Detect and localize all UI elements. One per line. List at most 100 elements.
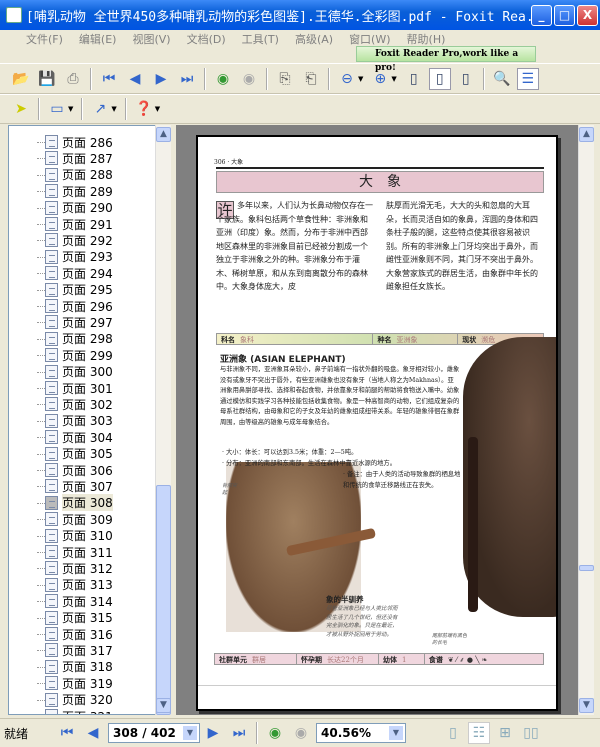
scroll-up-icon[interactable]: ▲	[156, 127, 171, 142]
open-icon[interactable]: 📂	[10, 68, 32, 90]
zoom-out-icon[interactable]: ⊖	[336, 68, 358, 90]
page-tree-item[interactable]: 页面 292	[45, 232, 113, 248]
last-page-icon[interactable]: ⏭	[176, 68, 198, 90]
scroll-up-icon[interactable]: ▲	[579, 127, 594, 142]
page-tree-item[interactable]: 页面 290	[45, 200, 113, 216]
page-tree-item[interactable]: 页面 313	[45, 577, 113, 593]
rotate-ccw-icon[interactable]: ⎗	[300, 68, 322, 90]
scroll-thumb[interactable]	[579, 565, 594, 571]
menu-window[interactable]: 窗口(W)	[349, 31, 390, 47]
close-button[interactable]: X	[577, 5, 598, 26]
scroll-down-icon[interactable]: ▼	[156, 698, 171, 713]
forward-icon[interactable]: ◉	[238, 68, 260, 90]
zoom-in-icon[interactable]: ⊕	[369, 68, 391, 90]
select-cursor-icon[interactable]: ➤	[10, 98, 32, 120]
document-scrollbar[interactable]: ▲ ▼	[578, 125, 594, 715]
actual-size-icon[interactable]: ▯	[403, 68, 425, 90]
page-tree-item[interactable]: 页面 309	[45, 511, 113, 527]
rotate-cw-icon[interactable]: ⎘	[274, 68, 296, 90]
menu-edit[interactable]: 编辑(E)	[79, 31, 117, 47]
bookmarks-panel-icon[interactable]: ☰	[516, 67, 539, 90]
page-tree-item[interactable]: 页面 308	[45, 494, 113, 512]
page-tree-item[interactable]: 页面 287	[45, 150, 113, 166]
page-tree-item[interactable]: 页面 318	[45, 659, 113, 675]
maximize-button[interactable]: □	[554, 5, 575, 26]
promo-banner[interactable]: Foxit Reader Pro,work like a pro!	[356, 46, 536, 73]
save-icon[interactable]: 💾	[36, 68, 58, 90]
minimize-button[interactable]: _	[531, 5, 552, 26]
page-tree-item[interactable]: 页面 319	[45, 675, 113, 691]
find-icon[interactable]: 🔍	[491, 68, 513, 90]
prev-page-icon[interactable]: ◀	[82, 722, 104, 744]
page-tree-item[interactable]: 页面 295	[45, 282, 113, 298]
page-icon	[45, 561, 58, 576]
scroll-thumb[interactable]	[156, 485, 171, 715]
page-number-input[interactable]: 308 / 402 ▼	[108, 723, 200, 743]
zoom-input[interactable]: 40.56% ▼	[316, 723, 406, 743]
menu-help[interactable]: 帮助(H)	[407, 31, 446, 47]
first-page-icon[interactable]: ⏮	[98, 68, 120, 90]
page-tree-item[interactable]: 页面 299	[45, 347, 113, 363]
page-tree-item[interactable]: 页面 304	[45, 429, 113, 445]
page-tree-item[interactable]: 页面 302	[45, 396, 113, 412]
chevron-down-icon[interactable]: ▼	[391, 75, 396, 83]
fit-width-icon[interactable]: ▯	[455, 68, 477, 90]
page-tree-item[interactable]: 页面 317	[45, 642, 113, 658]
menu-view[interactable]: 视图(V)	[132, 31, 170, 47]
fit-page-icon[interactable]: ▯	[428, 67, 451, 90]
page-tree-item[interactable]: 页面 311	[45, 544, 113, 560]
page-tree-item[interactable]: 页面 286	[45, 134, 113, 150]
forward-icon[interactable]: ◉	[290, 722, 312, 744]
page-tree-item[interactable]: 页面 297	[45, 314, 113, 330]
single-page-icon[interactable]: ▯	[442, 722, 464, 744]
page-tree-item[interactable]: 页面 300	[45, 364, 113, 380]
page-tree-item[interactable]: 页面 298	[45, 331, 113, 347]
page-tree-item[interactable]: 页面 321	[45, 708, 113, 714]
sidebar-scrollbar[interactable]: ▲ ▼	[155, 125, 171, 715]
chevron-down-icon[interactable]: ▼	[183, 726, 197, 740]
menu-advanced[interactable]: 高级(A)	[295, 31, 333, 47]
continuous-facing-icon[interactable]: ▯▯	[520, 722, 542, 744]
chevron-down-icon[interactable]: ▼	[68, 105, 73, 113]
page-tree-item[interactable]: 页面 312	[45, 560, 113, 576]
page-tree-item[interactable]: 页面 307	[45, 478, 113, 494]
last-page-icon[interactable]: ⏭	[228, 722, 250, 744]
page-tree-item[interactable]: 页面 305	[45, 446, 113, 462]
first-page-icon[interactable]: ⏮	[56, 722, 78, 744]
page-tree-item[interactable]: 页面 306	[45, 462, 113, 478]
page-tree-item[interactable]: 页面 316	[45, 626, 113, 642]
chevron-down-icon[interactable]: ▼	[358, 75, 363, 83]
prev-page-icon[interactable]: ◀	[124, 68, 146, 90]
page-tree-item[interactable]: 页面 320	[45, 692, 113, 708]
page-tree-item[interactable]: 页面 293	[45, 249, 113, 265]
back-icon[interactable]: ◉	[212, 68, 234, 90]
arrow-tool-icon[interactable]: ↗	[89, 98, 111, 120]
page-tree-item[interactable]: 页面 288	[45, 167, 113, 183]
next-page-icon[interactable]: ▶	[202, 722, 224, 744]
help-icon[interactable]: ❓	[133, 98, 155, 120]
next-page-icon[interactable]: ▶	[150, 68, 172, 90]
page-tree-item[interactable]: 页面 294	[45, 265, 113, 281]
facing-icon[interactable]: ⊞	[494, 722, 516, 744]
menu-file[interactable]: 文件(F)	[26, 31, 63, 47]
page-tree-item[interactable]: 页面 315	[45, 610, 113, 626]
chevron-down-icon[interactable]: ▼	[155, 105, 160, 113]
snapshot-icon[interactable]: ▭	[46, 98, 68, 120]
page-tree-item[interactable]: 页面 301	[45, 380, 113, 396]
page-tree-item[interactable]: 页面 314	[45, 593, 113, 609]
back-icon[interactable]: ◉	[264, 722, 286, 744]
page-tree-item[interactable]: 页面 291	[45, 216, 113, 232]
page-number: 319	[89, 676, 113, 691]
page-tree-item[interactable]: 页面 303	[45, 413, 113, 429]
continuous-icon[interactable]: ☷	[468, 722, 490, 744]
page-prefix: 页面	[62, 512, 87, 527]
chevron-down-icon[interactable]: ▼	[389, 726, 403, 740]
menu-tools[interactable]: 工具(T)	[242, 31, 279, 47]
page-tree-item[interactable]: 页面 296	[45, 298, 113, 314]
page-tree-item[interactable]: 页面 310	[45, 528, 113, 544]
chevron-down-icon[interactable]: ▼	[111, 105, 116, 113]
scroll-down-icon[interactable]: ▼	[579, 698, 594, 713]
page-tree-item[interactable]: 页面 289	[45, 183, 113, 199]
menu-document[interactable]: 文档(D)	[187, 31, 226, 47]
print-icon[interactable]: ⎙	[62, 68, 84, 90]
